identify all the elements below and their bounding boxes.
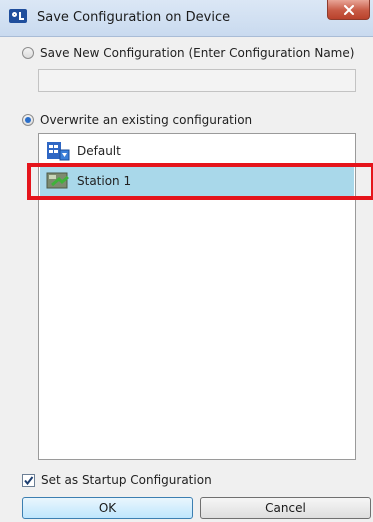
save-new-radio[interactable]	[22, 47, 34, 59]
overwrite-radio[interactable]	[22, 114, 34, 126]
close-icon	[343, 4, 354, 15]
app-icon	[9, 9, 27, 23]
dialog-title: Save Configuration on Device	[37, 10, 231, 25]
close-button[interactable]	[327, 0, 370, 20]
default-config-icon	[46, 141, 70, 161]
overwrite-label: Overwrite an existing configuration	[40, 113, 253, 127]
ok-button[interactable]: OK	[22, 497, 193, 519]
save-new-option[interactable]: Save New Configuration (Enter Configurat…	[22, 46, 354, 60]
title-bar[interactable]: Save Configuration on Device	[0, 0, 373, 37]
configuration-name-input[interactable]	[38, 69, 356, 92]
startup-checkbox[interactable]	[22, 473, 35, 487]
overwrite-option[interactable]: Overwrite an existing configuration	[22, 113, 252, 127]
startup-option[interactable]: Set as Startup Configuration	[22, 473, 212, 487]
selection-highlight-box	[27, 163, 373, 200]
list-item-label: Default	[77, 144, 121, 158]
save-configuration-dialog: Save Configuration on Device Save New Co…	[0, 0, 373, 522]
list-item-default[interactable]: Default	[40, 136, 354, 166]
startup-label: Set as Startup Configuration	[41, 473, 212, 487]
save-new-label: Save New Configuration (Enter Configurat…	[40, 46, 355, 60]
cancel-button[interactable]: Cancel	[200, 497, 371, 519]
check-icon	[24, 475, 34, 485]
